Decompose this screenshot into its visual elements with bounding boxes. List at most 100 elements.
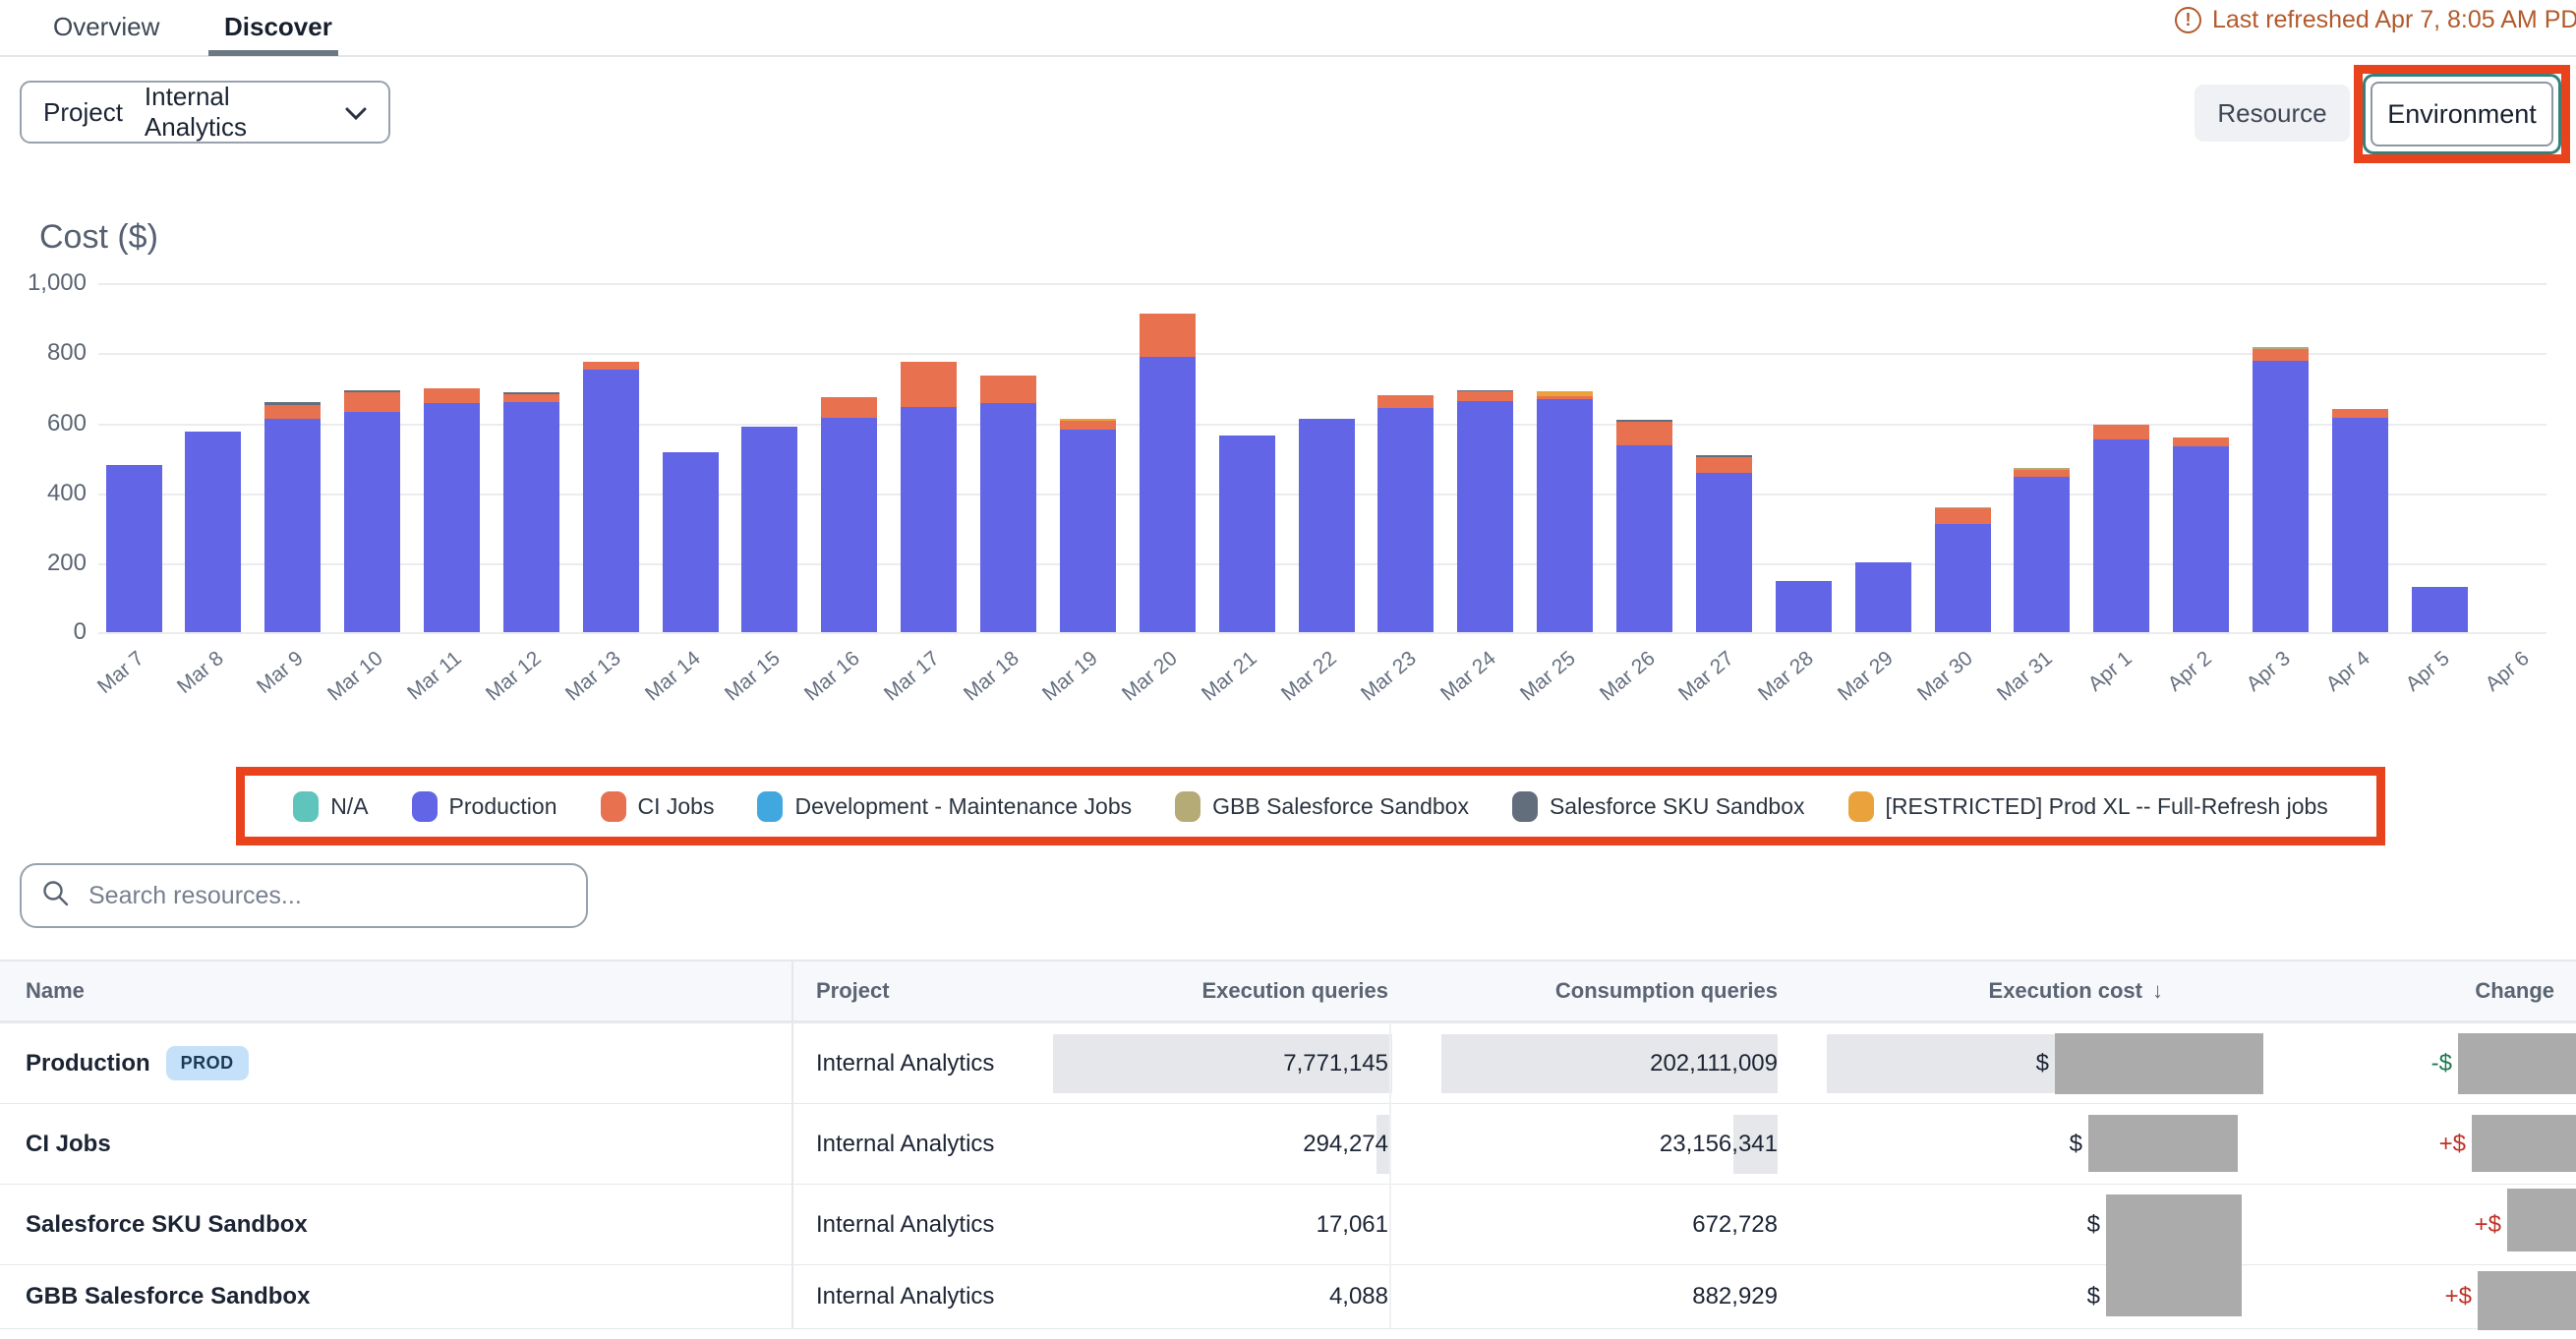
bar-segment-production [264,419,321,632]
legend-swatch-development_maintenance [757,791,783,822]
bar-mar-31[interactable] [2014,468,2070,632]
warning-icon: ! [2175,7,2201,33]
bar-segment-production [821,418,877,632]
active-tab-indicator [208,50,338,56]
bar-segment-production [424,403,480,632]
resource-name: Production [26,1050,150,1077]
bar-mar-15[interactable] [741,427,797,632]
legend-item-ci_jobs[interactable]: CI Jobs [601,791,715,822]
table-row-salesforce-sku-sandbox[interactable]: Salesforce SKU SandboxInternal Analytics… [0,1184,2576,1264]
search-resources-box[interactable] [20,863,588,928]
legend-item-gbb_salesforce_sandbox[interactable]: GBB Salesforce Sandbox [1175,791,1469,822]
chart-title: Cost ($) [39,218,158,257]
bar-segment-production [1457,401,1513,632]
environment-toggle-button[interactable]: Environment [2371,82,2553,146]
y-axis-tick: 1,000 [0,269,87,297]
execution-queries-cell: 294,274 [1303,1104,1388,1184]
bar-mar-17[interactable] [901,362,957,632]
legend-item-salesforce_sku_sandbox[interactable]: Salesforce SKU Sandbox [1512,791,1805,822]
gridline [98,632,2547,634]
bar-mar-11[interactable] [424,388,480,633]
project-filter-dropdown[interactable]: Project Internal Analytics [20,81,390,144]
sort-descending-icon[interactable]: ↓ [2152,978,2163,1004]
bar-mar-16[interactable] [821,397,877,632]
change-currency-symbol: +$ [2475,1185,2501,1264]
resource-name: GBB Salesforce Sandbox [26,1283,310,1310]
column-header-consumption-queries[interactable]: Consumption queries [1555,961,1778,1020]
column-header-execution-cost[interactable]: Execution cost ↓ [1989,961,2163,1020]
redacted-execution-cost [2088,1115,2238,1172]
bar-mar-27[interactable] [1696,455,1752,632]
bar-mar-24[interactable] [1457,390,1513,632]
resource-name-cell: CI Jobs [26,1104,111,1184]
last-refreshed-text: Last refreshed Apr 7, 8:05 AM PDT [2212,6,2576,34]
bar-apr-2[interactable] [2173,437,2229,632]
legend-item-restricted_prod_xl[interactable]: [RESTRICTED] Prod XL -- Full-Refresh job… [1848,791,2328,822]
execution-cost-label: Execution cost [1989,978,2142,1004]
bar-mar-8[interactable] [185,432,241,632]
bar-mar-19[interactable] [1060,419,1116,632]
bar-mar-30[interactable] [1935,507,1991,632]
legend-item-production[interactable]: Production [412,791,557,822]
column-header-project[interactable]: Project [816,961,890,1020]
bar-segment-ci_jobs [2093,425,2149,439]
bar-mar-20[interactable] [1140,314,1196,632]
bar-mar-12[interactable] [503,392,559,632]
bar-segment-ci_jobs [2253,349,2309,361]
execution-queries-cell: 4,088 [1329,1265,1388,1328]
bar-mar-18[interactable] [980,376,1036,632]
bar-segment-production [1377,408,1434,632]
prod-environment-badge: PROD [166,1046,249,1080]
bar-mar-23[interactable] [1377,395,1434,632]
bar-mar-13[interactable] [583,362,639,632]
bar-apr-5[interactable] [2412,587,2468,632]
bar-segment-ci_jobs [821,397,877,418]
tab-discover[interactable]: Discover [224,12,332,42]
bar-segment-ci_jobs [1696,457,1752,473]
bar-segment-production [1696,473,1752,632]
legend-swatch-na [293,791,319,822]
legend-label: N/A [330,793,368,820]
bar-mar-29[interactable] [1855,562,1911,632]
legend-item-na[interactable]: N/A [293,791,368,822]
bar-mar-14[interactable] [663,452,719,632]
table-row-ci-jobs[interactable]: CI JobsInternal Analytics294,27423,156,3… [0,1103,2576,1184]
tab-overview[interactable]: Overview [53,12,159,42]
resource-name-cell: Salesforce SKU Sandbox [26,1185,308,1264]
legend-label: Development - Maintenance Jobs [794,793,1132,820]
bar-mar-28[interactable] [1776,581,1832,632]
column-header-change[interactable]: Change [2475,961,2554,1020]
bar-segment-production [1537,399,1593,632]
bar-apr-4[interactable] [2332,409,2388,632]
bar-segment-production [2093,439,2149,632]
bar-mar-21[interactable] [1219,436,1275,632]
bar-segment-production [2014,477,2070,632]
bar-apr-1[interactable] [2093,425,2149,632]
execution-queries-cell: 17,061 [1317,1185,1388,1264]
resource-toggle-button[interactable]: Resource [2195,85,2350,142]
bar-mar-26[interactable] [1616,420,1672,632]
bar-apr-3[interactable] [2253,347,2309,632]
bar-segment-ci_jobs [1616,422,1672,446]
bar-mar-25[interactable] [1537,391,1593,632]
table-bottom-border [0,1328,2576,1329]
bar-mar-22[interactable] [1299,419,1355,632]
column-header-name[interactable]: Name [26,961,85,1020]
bar-mar-9[interactable] [264,402,321,632]
resource-name: Salesforce SKU Sandbox [26,1211,308,1239]
bar-segment-production [1060,430,1116,632]
bar-mar-10[interactable] [344,390,400,632]
chevron-down-icon [345,97,367,128]
search-input[interactable] [87,881,566,911]
consumption-queries-cell: 202,111,009 [1650,1023,1778,1103]
bar-segment-ci_jobs [2332,409,2388,418]
legend-swatch-ci_jobs [601,791,626,822]
bar-segment-production [2412,587,2468,632]
bar-mar-7[interactable] [106,465,162,632]
column-header-execution-queries[interactable]: Execution queries [1201,961,1388,1020]
legend-item-development_maintenance[interactable]: Development - Maintenance Jobs [757,791,1132,822]
table-row-production[interactable]: ProductionPRODInternal Analytics7,771,14… [0,1022,2576,1103]
topbar-divider [0,55,2576,57]
redacted-change-value [2478,1271,2576,1330]
consumption-queries-cell: 882,929 [1692,1265,1778,1328]
